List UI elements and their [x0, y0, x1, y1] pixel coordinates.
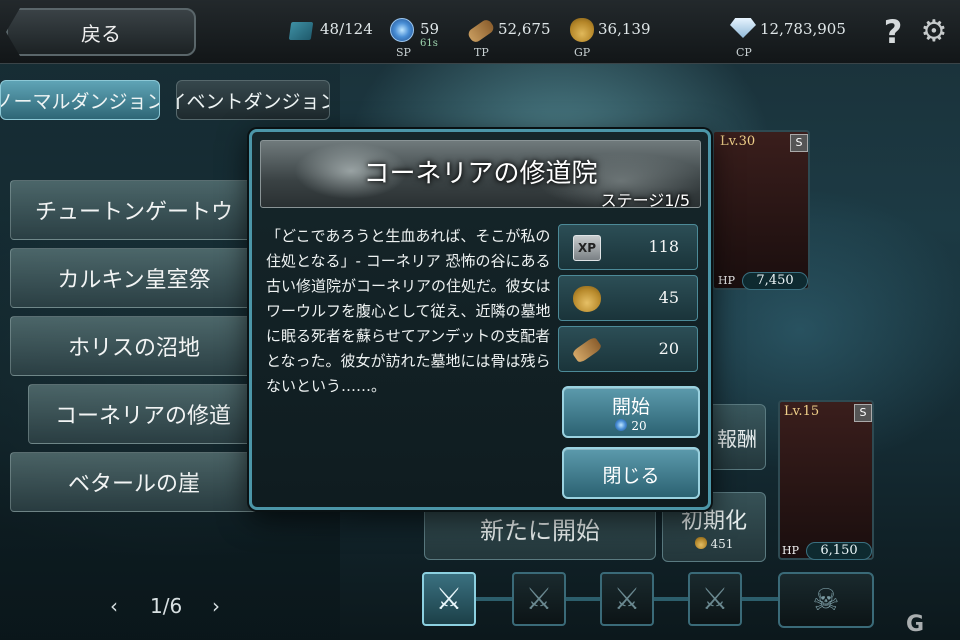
cp-label: CP [736, 46, 752, 59]
diamond-icon [730, 18, 756, 38]
next-page-icon[interactable]: › [212, 594, 220, 618]
dungeon-item[interactable]: ベタールの崖 [10, 452, 258, 512]
stage-2-sword-icon[interactable]: ⚔ [512, 572, 566, 626]
help-icon[interactable]: ? [878, 14, 908, 50]
card-level: Lv.15 [784, 404, 820, 419]
page-indicator: 1/6 [150, 594, 183, 618]
watermark-logo: G [906, 612, 925, 637]
top-bar: 戻る 48/124 59 61s SP 52,675 TP 36,139 GP … [0, 0, 960, 64]
reward-xp-value: 118 [648, 237, 679, 256]
dungeon-item-selected[interactable]: コーネリアの修道 [28, 384, 258, 444]
dungeon-title: コーネリアの修道院 [363, 159, 598, 189]
card-count-stat: 48/124 [288, 14, 378, 54]
reward-button[interactable]: 報酬 [708, 404, 766, 470]
close-label: 閉じる [602, 465, 660, 487]
gp-value: 36,139 [598, 20, 651, 38]
sp-orb-icon [390, 18, 414, 42]
sp-stat: 59 61s SP [390, 14, 450, 59]
stage-indicator: ステージ1/5 [600, 191, 690, 208]
cp-value: 12,783,905 [760, 20, 846, 38]
back-button[interactable]: 戻る [6, 8, 196, 56]
dungeon-banner: コーネリアの修道院 ステージ1/5 [260, 140, 701, 208]
prev-page-icon[interactable]: ‹ [110, 594, 118, 618]
card-level: Lv.30 [720, 134, 756, 149]
gear-icon[interactable]: ⚙ [918, 16, 950, 48]
dungeon-item[interactable]: ホリスの沼地 [10, 316, 258, 376]
close-button[interactable]: 閉じる [562, 447, 700, 499]
tab-normal-dungeon[interactable]: ノーマルダンジョン [0, 80, 160, 120]
scroll-icon [571, 336, 603, 364]
gold-bag-icon [570, 18, 594, 42]
reward-gold-value: 45 [658, 288, 679, 307]
stage-1-sword-icon[interactable]: ⚔ [422, 572, 476, 626]
reset-cost: 451 [694, 537, 734, 551]
reward-tp: 20 [558, 326, 698, 372]
tp-label: TP [474, 46, 489, 59]
rank-badge: S [854, 404, 872, 422]
dungeon-description: 「どこであろうと生血あれば、そこが私の住処となる」- コーネリア 恐怖の谷にある… [266, 227, 551, 395]
sp-orb-icon [615, 419, 628, 431]
hp-value: 6,150 [820, 543, 858, 558]
gp-label: GP [574, 46, 591, 59]
stage-4-sword-icon[interactable]: ⚔ [688, 572, 742, 626]
party-card-2[interactable]: Lv.15 S HP 6,150 [778, 400, 874, 560]
dungeon-detail-dialog: コーネリアの修道院 ステージ1/5 「どこであろうと生血あれば、そこが私の住処と… [249, 129, 711, 510]
tp-stat: 52,675 TP [466, 14, 560, 59]
sp-timer: 61s [420, 38, 438, 49]
reward-tp-value: 20 [658, 339, 679, 358]
dungeon-item[interactable]: チュートンゲートウ [10, 180, 258, 240]
reward-gold: 45 [558, 275, 698, 321]
reset-cost-value: 451 [710, 537, 734, 551]
tab-event-dungeon[interactable]: イベントダンジョン [176, 80, 330, 120]
boss-stage-skull-icon[interactable]: ☠ [778, 572, 874, 628]
gold-bag-icon [573, 286, 601, 312]
card-icon [288, 22, 314, 40]
start-cost-value: 20 [631, 419, 647, 433]
tp-value: 52,675 [498, 20, 551, 38]
dungeon-item[interactable]: カルキン皇室祭 [10, 248, 258, 308]
rank-badge: S [790, 134, 808, 152]
hp-value: 7,450 [756, 273, 794, 288]
stage-3-sword-icon[interactable]: ⚔ [600, 572, 654, 626]
start-label: 開始 [611, 396, 650, 418]
scroll-icon [466, 17, 496, 45]
reward-xp: XP 118 [558, 224, 698, 270]
gold-bag-icon [694, 537, 707, 549]
hp-label: HP [718, 274, 735, 287]
xp-icon: XP [573, 235, 601, 261]
sp-value: 59 [420, 20, 440, 38]
hp-label: HP [782, 544, 799, 557]
start-button[interactable]: 開始 20 [562, 386, 700, 438]
start-cost: 20 [564, 419, 698, 433]
card-count-value: 48/124 [320, 20, 373, 38]
sp-label: SP [396, 46, 411, 59]
cp-stat: 12,783,905 CP [730, 14, 860, 59]
gp-stat: 36,139 GP [570, 14, 660, 59]
party-card-1[interactable]: Lv.30 S HP 7,450 [712, 130, 810, 290]
